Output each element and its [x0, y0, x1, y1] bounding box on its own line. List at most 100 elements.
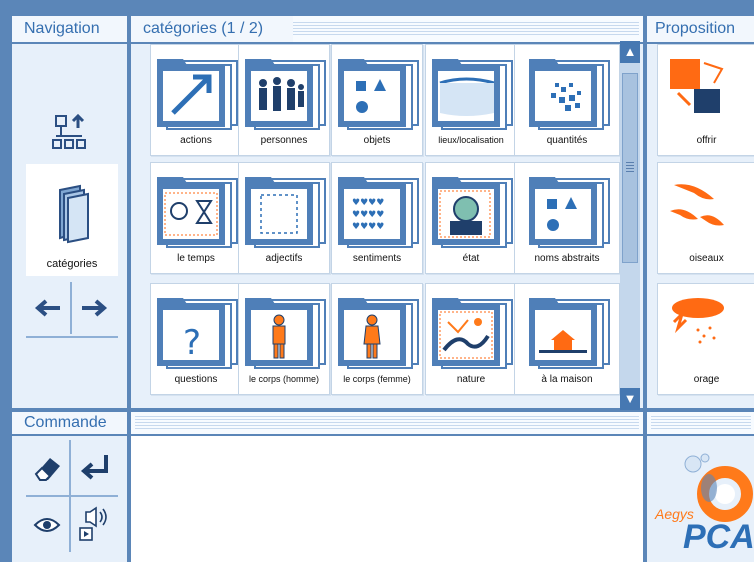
birds-icon: [664, 171, 752, 249]
man-body-icon: [241, 292, 329, 370]
current-category-button[interactable]: catégories: [26, 164, 118, 276]
proposition-label: orage: [693, 374, 720, 385]
category-label: actions: [180, 135, 212, 146]
landscape-icon: [428, 292, 516, 370]
category-label: nature: [456, 374, 486, 385]
category-tile[interactable]: le temps: [150, 162, 242, 274]
erase-button[interactable]: [26, 440, 68, 494]
category-tile[interactable]: lieux/localisation: [425, 44, 517, 156]
category-tile[interactable]: objets: [331, 44, 423, 156]
category-label: adjectifs: [265, 253, 303, 264]
app-window: Navigation catégories catégories (1 / 2)…: [0, 0, 754, 562]
category-label: questions: [174, 374, 218, 385]
scroll-up-button[interactable]: ▲: [620, 41, 640, 63]
svg-text:♥♥♥♥: ♥♥♥♥: [352, 222, 384, 232]
commande-title: Commande: [12, 412, 127, 434]
message-header: [131, 412, 643, 436]
category-tile[interactable]: noms abstraits: [514, 162, 620, 274]
current-category-label: catégories: [46, 258, 98, 270]
logo-panel: Aegys PCA: [647, 436, 754, 562]
category-tile[interactable]: adjectifs: [238, 162, 330, 274]
category-label: état: [462, 253, 480, 264]
enter-button[interactable]: [72, 440, 118, 494]
category-label: le temps: [177, 253, 215, 264]
view-button[interactable]: [26, 498, 68, 552]
scroll-thumb[interactable]: [622, 73, 638, 263]
header-stripes: [135, 416, 639, 430]
shapes-icon: [525, 171, 613, 249]
category-label: noms abstraits: [534, 253, 600, 264]
dots-icon: [525, 53, 613, 131]
scrollbar[interactable]: ▲ ▼: [620, 41, 640, 410]
hearts-icon: ♥♥♥♥ ♥♥♥♥ ♥♥♥♥: [334, 171, 422, 249]
category-tile[interactable]: le corps (homme): [238, 283, 330, 395]
clock-hourglass-icon: [153, 171, 241, 249]
eye-icon: [33, 518, 61, 532]
svg-text:♥♥♥♥: ♥♥♥♥: [352, 198, 384, 208]
category-tile[interactable]: le corps (femme): [331, 283, 423, 395]
hierarchy-icon: [52, 113, 86, 149]
header-stripes: [651, 416, 751, 430]
people-icon: [241, 53, 329, 131]
storm-icon: [664, 292, 752, 370]
question-mark-icon: ?: [153, 292, 241, 370]
header-stripes: [293, 22, 639, 36]
speak-button[interactable]: [72, 498, 118, 552]
propositions-title: Proposition: [647, 16, 754, 42]
place-icon: [428, 53, 516, 131]
return-icon: [80, 455, 108, 480]
face-icon: [428, 171, 516, 249]
eraser-icon: [34, 458, 60, 481]
dashed-square-icon: [241, 171, 329, 249]
proposition-label: oiseaux: [689, 253, 724, 264]
divider: [26, 495, 118, 497]
divider: [26, 336, 118, 338]
navigation-header: Navigation: [12, 16, 127, 44]
svg-text:♥♥♥♥: ♥♥♥♥: [352, 210, 384, 220]
proposition-label: offrir: [696, 135, 717, 146]
message-area[interactable]: [131, 436, 643, 562]
proposition-tile[interactable]: oiseaux: [657, 162, 754, 274]
arrow-right-icon: [82, 299, 108, 317]
category-label: le corps (femme): [343, 374, 411, 384]
category-label: à la maison: [541, 374, 593, 385]
category-tile[interactable]: nature: [425, 283, 517, 395]
back-button[interactable]: [26, 282, 70, 334]
categories-title: catégories (1 / 2): [131, 16, 293, 42]
grip-icon: [626, 162, 634, 174]
book-icon: [59, 184, 89, 244]
category-tile[interactable]: à la maison: [514, 283, 620, 395]
proposition-tile[interactable]: offrir: [657, 44, 754, 156]
arrow-up-right-icon: [153, 53, 241, 131]
house-icon: [525, 292, 613, 370]
shapes-icon: [334, 53, 422, 131]
category-tile[interactable]: actions: [150, 44, 242, 156]
logo-header: [647, 412, 754, 436]
categories-header: catégories (1 / 2): [131, 16, 643, 44]
propositions-header: Proposition: [647, 16, 754, 44]
svg-text:?: ?: [183, 323, 201, 363]
category-label: sentiments: [352, 253, 402, 264]
category-label: quantités: [546, 135, 588, 146]
navigation-title: Navigation: [12, 16, 127, 42]
scroll-down-button[interactable]: ▼: [620, 388, 640, 410]
category-tile[interactable]: ♥♥♥♥ ♥♥♥♥ ♥♥♥♥ sentiments: [331, 162, 423, 274]
category-tile[interactable]: état: [425, 162, 517, 274]
category-label: lieux/localisation: [438, 135, 504, 145]
category-label: le corps (homme): [248, 374, 320, 384]
commande-header: Commande: [12, 412, 127, 436]
category-tile[interactable]: personnes: [238, 44, 330, 156]
arrow-left-icon: [34, 299, 60, 317]
tree-button[interactable]: [26, 100, 118, 162]
logo-product: PCA: [683, 518, 754, 556]
category-tile[interactable]: quantités: [514, 44, 620, 156]
forward-button[interactable]: [72, 282, 118, 334]
proposition-tile[interactable]: orage: [657, 283, 754, 395]
category-label: objets: [363, 135, 391, 146]
divider: [70, 282, 72, 334]
speaker-icon: [79, 506, 107, 541]
category-label: personnes: [260, 135, 308, 146]
give-hands-icon: [664, 53, 752, 131]
category-tile[interactable]: ? questions: [150, 283, 242, 395]
woman-body-icon: [334, 292, 422, 370]
